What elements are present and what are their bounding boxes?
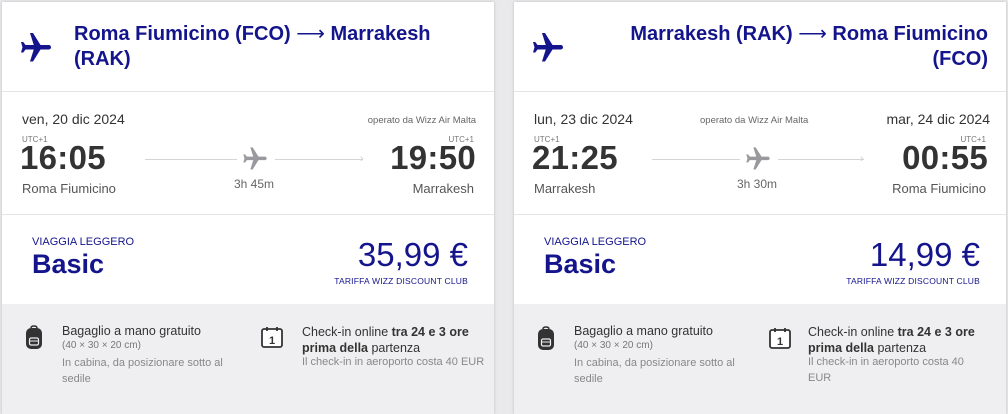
arrival-time: 19:50 [390,139,476,176]
checkin-title: Check-in online tra 24 e 3 ore prima del… [302,324,492,356]
baggage-note: In cabina, da posizionare sotto al sedil… [62,357,223,385]
baggage-title: Bagaglio a mano gratuito [62,324,201,338]
calendar-day: 1 [777,336,783,348]
departure-date: ven, 20 dic 2024 [22,111,125,127]
fare-price: 35,99 € [357,236,468,273]
fare-name: Basic [544,249,617,279]
flight-schedule: lun, 23 dic 2024 mar, 24 dic 2024 operat… [514,93,1006,215]
operated-by: operato da Wizz Air Malta [367,115,476,126]
checkin-prefix: Check-in online [302,325,392,339]
discount-club-label: TARIFFA WIZZ DISCOUNT CLUB [846,276,980,286]
baggage-note: In cabina, da posizionare sotto al sedil… [574,357,735,385]
fare-section[interactable]: VIAGGIA LEGGERO Basic 14,99 € TARIFFA WI… [514,216,1006,304]
airplane-icon [243,147,267,170]
fare-section[interactable]: VIAGGIA LEGGERO Basic 35,99 € TARIFFA WI… [2,216,494,304]
checkin-suffix: partenza [874,341,927,355]
route-line [275,159,363,160]
flight-duration: 3h 30m [737,177,778,191]
fare-tag: VIAGGIA LEGGERO [32,236,135,248]
route-origin: Marrakesh (RAK) [630,23,793,45]
arrival-city: Roma Fiumicino [892,181,986,196]
route-arrow-icon: ⟶ [798,23,827,45]
baggage-dimensions: (40 × 30 × 20 cm) [574,340,653,351]
calendar-icon: 1 [769,328,791,349]
arrival-time: 00:55 [902,139,988,176]
route-line-end-icon: › [860,153,864,165]
baggage-title: Bagaglio a mano gratuito [574,324,713,338]
departure-date: lun, 23 dic 2024 [534,111,633,127]
calendar-day: 1 [269,335,275,347]
checkin-suffix: partenza [368,341,421,355]
airplane-icon [746,147,770,170]
backpack-icon [26,325,42,349]
departure-time: 16:05 [20,139,106,176]
operated-by: operato da Wizz Air Malta [700,115,809,126]
route-title: Marrakesh (RAK) ⟶ Roma Fiumicino (FCO) [584,22,988,72]
departure-city: Roma Fiumicino [22,181,116,196]
departure-time: 21:25 [532,139,618,176]
departure-city: Marrakesh [534,181,596,196]
fare-tag: VIAGGIA LEGGERO [544,236,647,248]
route-origin: Roma Fiumicino (FCO) [74,23,291,45]
baggage-dimensions: (40 × 30 × 20 cm) [62,340,141,351]
airplane-icon [533,33,563,62]
fare-details: Bagaglio a mano gratuito (40 × 30 × 20 c… [2,304,494,414]
checkin-note: Il check-in in aeroporto costa 40 EUR [302,356,485,368]
checkin-title: Check-in online tra 24 e 3 ore prima del… [808,324,1004,356]
calendar-icon: 1 [261,327,283,348]
route-arrow-icon: ⟶ [296,23,325,45]
checkin-note: Il check-in in aeroporto costa 40 EUR [808,356,964,384]
route-line-end-icon: › [360,153,364,165]
arrival-city: Marrakesh [412,181,474,196]
arrival-date: mar, 24 dic 2024 [886,111,990,127]
fare-price: 14,99 € [869,236,980,273]
flight-duration: 3h 45m [234,177,275,191]
backpack-icon [538,326,554,350]
discount-club-label: TARIFFA WIZZ DISCOUNT CLUB [334,276,468,286]
route-line [145,159,237,160]
flight-card-outbound[interactable]: Roma Fiumicino (FCO) ⟶ Marrakesh (RAK) v… [2,2,494,414]
route-destination: Roma Fiumicino (FCO) [832,23,988,70]
fare-name: Basic [32,249,105,279]
flight-card-header: Roma Fiumicino (FCO) ⟶ Marrakesh (RAK) [2,2,494,92]
flight-card-header: Marrakesh (RAK) ⟶ Roma Fiumicino (FCO) [514,2,1006,92]
route-line [778,159,864,160]
route-line [652,159,740,160]
flight-card-return[interactable]: Marrakesh (RAK) ⟶ Roma Fiumicino (FCO) l… [514,2,1006,414]
route-title: Roma Fiumicino (FCO) ⟶ Marrakesh (RAK) [74,22,474,72]
airplane-icon [21,33,51,62]
fare-details: Bagaglio a mano gratuito (40 × 30 × 20 c… [514,304,1006,414]
flight-schedule: ven, 20 dic 2024 operato da Wizz Air Mal… [2,93,494,215]
checkin-prefix: Check-in online [808,325,898,339]
